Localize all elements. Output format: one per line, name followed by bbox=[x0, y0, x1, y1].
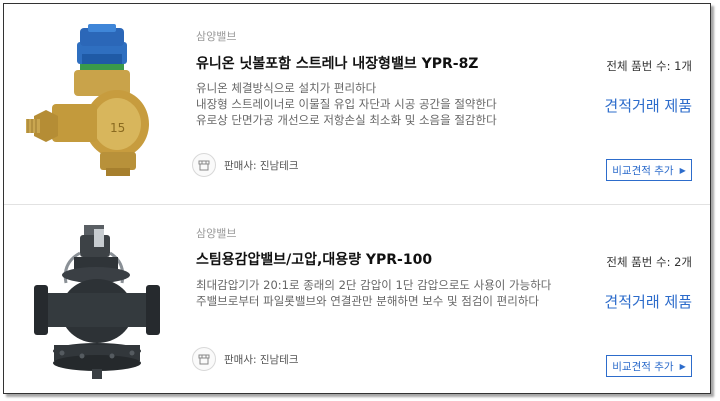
product-title[interactable]: 유니온 닛볼포함 스트레나 내장형밸브 YPR-8Z bbox=[196, 53, 478, 73]
brand-label: 삼양밸브 bbox=[196, 227, 237, 240]
product-image[interactable]: 15 bbox=[22, 24, 172, 184]
seller-info: 판매사: 진남테크 bbox=[192, 153, 299, 177]
quote-trade-link[interactable]: 견적거래 제품 bbox=[604, 95, 692, 116]
product-card: 15 삼양밸브 유니온 닛볼포함 스트레나 내장형밸브 YPR-8Z 유니온 체… bbox=[4, 4, 710, 204]
chevron-right-icon: ▶ bbox=[679, 165, 686, 175]
add-compare-quote-button[interactable]: 비교견적 추가 ▶ bbox=[606, 355, 692, 377]
description-line: 주밸브로부터 파일롯밸브와 연결관만 분해하면 보수 및 점검이 편리하다 bbox=[196, 294, 539, 308]
compare-button-label: 비교견적 추가 bbox=[612, 164, 674, 177]
steam-valve-icon bbox=[34, 225, 160, 379]
product-description: 유니온 체결방식으로 설치가 편리하다 내장형 스트레이너로 이물질 유입 자단… bbox=[196, 80, 596, 128]
brass-valve-icon: 15 bbox=[26, 24, 149, 176]
compare-button-label: 비교견적 추가 bbox=[612, 360, 674, 373]
product-image[interactable] bbox=[22, 223, 172, 383]
chevron-right-icon: ▶ bbox=[679, 361, 686, 371]
product-title[interactable]: 스팀용감압밸브/고압,대용량 YPR-100 bbox=[196, 249, 432, 269]
description-line: 유로상 단면가공 개선으로 저항손실 최소화 및 소음을 절감한다 bbox=[196, 113, 497, 127]
store-icon bbox=[192, 153, 216, 177]
seller-name: 판매사: 진남테크 bbox=[224, 159, 299, 172]
quote-trade-link[interactable]: 견적거래 제품 bbox=[604, 291, 692, 312]
description-line: 내장형 스트레이너로 이물질 유입 자단과 시공 공간을 절약한다 bbox=[196, 97, 497, 111]
description-line: 최대감압기가 20:1로 종래의 2단 감압이 1단 감압으로도 사용이 가능하… bbox=[196, 278, 552, 292]
add-compare-quote-button[interactable]: 비교견적 추가 ▶ bbox=[606, 159, 692, 181]
seller-info: 판매사: 진남테크 bbox=[192, 347, 299, 371]
store-icon bbox=[192, 347, 216, 371]
product-list: 15 삼양밸브 유니온 닛볼포함 스트레나 내장형밸브 YPR-8Z 유니온 체… bbox=[3, 3, 711, 394]
part-count: 전체 품번 수: 2개 bbox=[606, 255, 692, 269]
part-count: 전체 품번 수: 1개 bbox=[606, 59, 692, 73]
description-line: 유니온 체결방식으로 설치가 편리하다 bbox=[196, 81, 377, 95]
product-description: 최대감압기가 20:1로 종래의 2단 감압이 1단 감압으로도 사용이 가능하… bbox=[196, 277, 596, 309]
seller-name: 판매사: 진남테크 bbox=[224, 353, 299, 366]
product-card: 삼양밸브 스팀용감압밸브/고압,대용량 YPR-100 최대감압기가 20:1로… bbox=[4, 205, 710, 393]
brand-label: 삼양밸브 bbox=[196, 30, 237, 43]
svg-text:15: 15 bbox=[110, 121, 125, 135]
